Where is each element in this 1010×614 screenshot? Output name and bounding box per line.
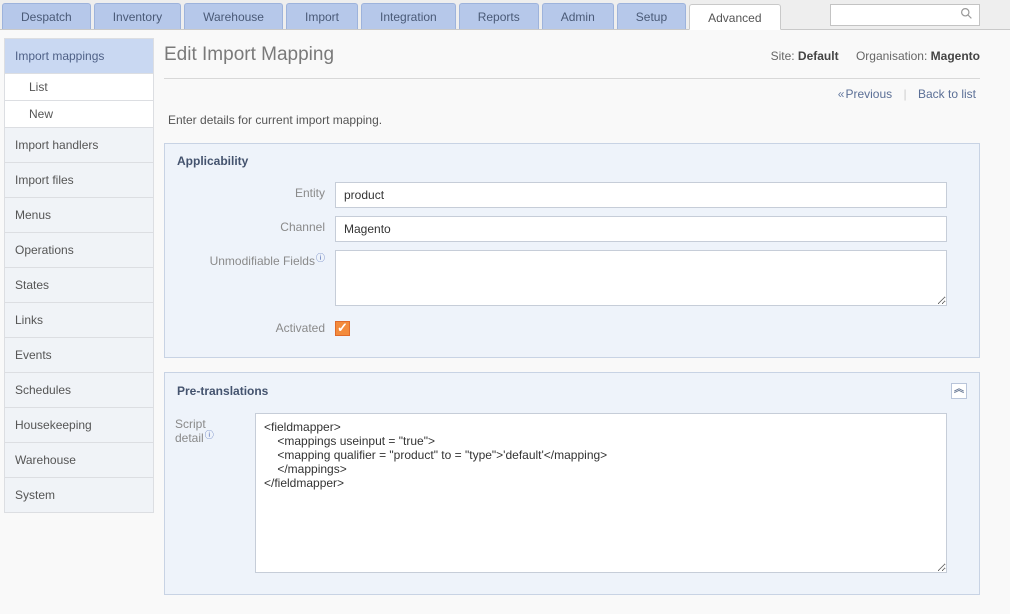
info-icon[interactable]: ⓘ: [316, 253, 325, 263]
nav-tab-integration[interactable]: Integration: [361, 3, 456, 29]
sidebar-item-import-handlers[interactable]: Import handlers: [4, 128, 154, 163]
nav-tab-reports[interactable]: Reports: [459, 3, 539, 29]
script-row: Script detailⓘ: [165, 409, 979, 580]
applicability-panel: Applicability Entity Channel Unmodifiabl…: [164, 143, 980, 358]
sidebar-item-import-mappings[interactable]: Import mappings: [4, 38, 154, 74]
global-search[interactable]: [830, 4, 980, 26]
pretranslations-title: Pre-translations ︽: [165, 373, 979, 409]
sidebar-item-import-files[interactable]: Import files: [4, 163, 154, 198]
script-textarea[interactable]: [255, 413, 947, 573]
activated-checkbox[interactable]: [335, 321, 350, 336]
context-meta: Site: Default Organisation: Magento: [757, 49, 980, 63]
sidebar-item-schedules[interactable]: Schedules: [4, 373, 154, 408]
unmodifiable-label: Unmodifiable Fieldsⓘ: [165, 250, 335, 268]
panel-collapse-icon[interactable]: ︽: [951, 383, 967, 399]
nav-tab-admin[interactable]: Admin: [542, 3, 614, 29]
activated-label: Activated: [165, 317, 335, 335]
main-header: Edit Import Mapping Site: Default Organi…: [164, 38, 980, 79]
nav-tab-warehouse[interactable]: Warehouse: [184, 3, 283, 29]
unmodifiable-row: Unmodifiable Fieldsⓘ: [165, 246, 979, 313]
sidebar-item-warehouse[interactable]: Warehouse: [4, 443, 154, 478]
nav-tab-inventory[interactable]: Inventory: [94, 3, 181, 29]
applicability-title: Applicability: [165, 144, 979, 178]
search-input[interactable]: [837, 8, 960, 22]
sidebar-item-operations[interactable]: Operations: [4, 233, 154, 268]
pretranslations-panel: Pre-translations ︽ Script detailⓘ: [164, 372, 980, 595]
sidebar-subitem-list[interactable]: List: [4, 74, 154, 101]
script-label: Script detailⓘ: [165, 413, 255, 445]
action-separator: |: [904, 87, 907, 101]
sidebar-item-system[interactable]: System: [4, 478, 154, 513]
main-content: Edit Import Mapping Site: Default Organi…: [164, 38, 980, 609]
page-actions: «Previous | Back to list: [164, 79, 980, 105]
nav-tab-import[interactable]: Import: [286, 3, 358, 29]
chevron-double-left-icon: «: [838, 87, 842, 101]
info-icon[interactable]: ⓘ: [205, 430, 214, 440]
channel-label: Channel: [165, 216, 335, 234]
entity-label: Entity: [165, 182, 335, 200]
channel-input[interactable]: [335, 216, 947, 242]
top-nav: DespatchInventoryWarehouseImportIntegrat…: [0, 0, 1010, 30]
nav-tab-setup[interactable]: Setup: [617, 3, 686, 29]
unmodifiable-textarea[interactable]: [335, 250, 947, 306]
search-icon[interactable]: [960, 7, 973, 23]
entity-input[interactable]: [335, 182, 947, 208]
site-label: Site:: [771, 49, 795, 63]
org-label: Organisation:: [856, 49, 927, 63]
sidebar-item-events[interactable]: Events: [4, 338, 154, 373]
page-title: Edit Import Mapping: [164, 44, 757, 66]
activated-row: Activated: [165, 313, 979, 343]
channel-row: Channel: [165, 212, 979, 246]
sidebar-subitem-new[interactable]: New: [4, 101, 154, 128]
back-to-list-link[interactable]: Back to list: [918, 87, 976, 101]
sidebar: Import mappingsListNewImport handlersImp…: [4, 38, 154, 609]
sidebar-item-menus[interactable]: Menus: [4, 198, 154, 233]
sidebar-item-links[interactable]: Links: [4, 303, 154, 338]
entity-row: Entity: [165, 178, 979, 212]
org-value: Magento: [931, 49, 980, 63]
previous-link[interactable]: «Previous: [838, 87, 892, 101]
page-body: Import mappingsListNewImport handlersImp…: [0, 30, 1010, 609]
sidebar-item-states[interactable]: States: [4, 268, 154, 303]
page-instruction: Enter details for current import mapping…: [164, 105, 980, 143]
sidebar-item-housekeeping[interactable]: Housekeeping: [4, 408, 154, 443]
nav-tab-despatch[interactable]: Despatch: [2, 3, 91, 29]
nav-tab-advanced[interactable]: Advanced: [689, 4, 780, 30]
site-value: Default: [798, 49, 839, 63]
